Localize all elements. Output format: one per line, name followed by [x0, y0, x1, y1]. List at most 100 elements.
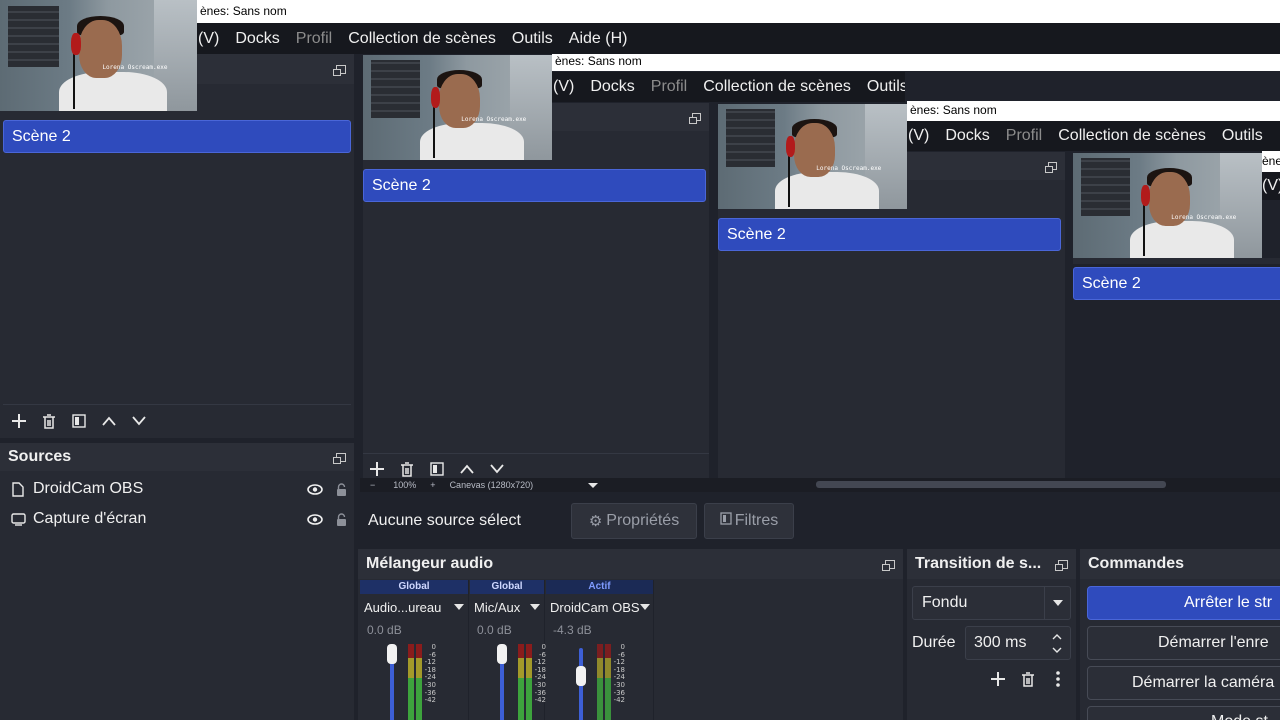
- menu-help[interactable]: Aide (H): [561, 30, 636, 48]
- spin-down-icon[interactable]: [1052, 647, 1062, 653]
- audio-level-meter: [597, 644, 603, 720]
- menu-profile-2[interactable]: Profil: [643, 78, 695, 96]
- eye-icon[interactable]: [302, 483, 328, 495]
- trash-icon[interactable]: [36, 408, 62, 434]
- filter-icon[interactable]: [66, 408, 92, 434]
- zoom-in-button[interactable]: +: [430, 480, 435, 490]
- menu-tools[interactable]: Outils: [504, 30, 561, 48]
- duration-spinbox[interactable]: 300 ms: [965, 626, 1071, 660]
- menu-docks[interactable]: Docks: [227, 30, 287, 48]
- meter-scale-tick: -42: [613, 696, 625, 705]
- menu-profile-3[interactable]: Profil: [998, 127, 1050, 145]
- properties-button[interactable]: ⚙ Propriétés: [571, 503, 697, 539]
- sources-title: Sources: [8, 448, 72, 465]
- audio-mixer-title: Mélangeur audio: [366, 555, 494, 572]
- scene-item-selected-4[interactable]: Scène 2: [1073, 267, 1280, 300]
- menu-scene-collection[interactable]: Collection de scènes: [340, 30, 504, 48]
- channel-volume-db: 0.0 dB: [477, 623, 512, 637]
- meter-scale: 0 -6 -12 -18 -24 -30 -36 -42: [532, 643, 546, 705]
- lock-icon[interactable]: [328, 512, 354, 526]
- meter-scale-tick: -42: [534, 696, 546, 705]
- channel-name: DroidCam OBS: [550, 599, 640, 615]
- transition-menu-button[interactable]: [1047, 668, 1069, 690]
- channel-status: Global: [470, 580, 544, 594]
- studio-mode-button[interactable]: Mode st: [1087, 706, 1280, 720]
- transition-title: Transition de s...: [915, 555, 1042, 572]
- controls-title: Commandes: [1088, 555, 1185, 572]
- menubar-1: (V) Docks Profil Collection de scènes Ou…: [190, 23, 1280, 54]
- channel-volume-db: 0.0 dB: [367, 623, 402, 637]
- undock-icon[interactable]: [1055, 559, 1068, 571]
- audio-level-meter: [408, 644, 414, 720]
- nested-menubar-2: (V) Docks Profil Collection de scènes Ou…: [545, 72, 905, 102]
- audio-mixer-header: Mélangeur audio: [358, 549, 903, 579]
- add-icon: [991, 672, 1005, 686]
- undock-icon[interactable]: [1045, 162, 1057, 173]
- move-up-icon[interactable]: [96, 408, 122, 434]
- controls-header: Commandes: [1080, 549, 1280, 579]
- lock-icon[interactable]: [328, 482, 354, 496]
- audio-level-meter: [518, 644, 524, 720]
- menu-tools-2[interactable]: Outils: [859, 78, 905, 96]
- meter-scale-tick: -42: [424, 696, 436, 705]
- zoom-out-button[interactable]: −: [370, 480, 375, 490]
- spin-up-icon[interactable]: [1052, 633, 1062, 640]
- transition-remove-button[interactable]: [1017, 668, 1039, 690]
- scenes-panel: [0, 54, 354, 438]
- channel-name: Mic/Aux: [474, 599, 521, 615]
- gear-icon: ⚙: [588, 513, 603, 530]
- menu-docks-2[interactable]: Docks: [582, 78, 642, 96]
- channel-status: Global: [360, 580, 468, 594]
- nested-menubar-3: (V) Docks Profil Collection de scènes Ou…: [900, 121, 1280, 151]
- start-virtual-camera-button[interactable]: Démarrer la caméra: [1087, 666, 1280, 700]
- channel-volume-db: -4.3 dB: [553, 623, 592, 637]
- stop-stream-button[interactable]: Arrêter le str: [1087, 586, 1280, 620]
- channel-name-select[interactable]: Mic/Aux: [470, 594, 544, 620]
- menu-scene-collection-2[interactable]: Collection de scènes: [695, 78, 859, 96]
- chevron-down-icon: [454, 604, 464, 610]
- source-item-screen-capture[interactable]: Capture d'écran: [0, 504, 354, 534]
- scene-item-selected-3[interactable]: Scène 2: [718, 218, 1061, 251]
- undock-icon[interactable]: [333, 64, 346, 76]
- preview-scrollbar[interactable]: [816, 481, 1166, 488]
- menu-tools-3[interactable]: Outils: [1214, 127, 1271, 145]
- webcam-preview-4: Lorena Oscream.exe: [1073, 153, 1262, 258]
- volume-fader-knob[interactable]: [576, 666, 586, 686]
- undock-icon[interactable]: [333, 452, 346, 464]
- channel-name-select[interactable]: Audio...ureau: [360, 594, 468, 620]
- transition-add-button[interactable]: [987, 668, 1009, 690]
- transition-type-select[interactable]: Fondu: [912, 586, 1071, 620]
- undock-icon[interactable]: [689, 113, 701, 124]
- menu-profile[interactable]: Profil: [288, 30, 340, 48]
- menu-scene-collection-3[interactable]: Collection de scènes: [1050, 127, 1214, 145]
- move-down-icon[interactable]: [126, 408, 152, 434]
- divider-1: [3, 404, 351, 405]
- nested-menubar-4: (V): [1262, 172, 1280, 200]
- volume-fader-knob[interactable]: [387, 644, 397, 664]
- canvas-size: Canevas (1280x720): [449, 480, 534, 490]
- nested-titlebar-3: ènes: Sans nom: [907, 101, 1280, 121]
- trash-icon: [1022, 671, 1034, 687]
- webcam-preview-1: Lorena Oscream.exe: [0, 0, 197, 111]
- channel-name-select[interactable]: DroidCam OBS: [546, 594, 653, 620]
- mixer-channel: Global Audio...ureau 0.0 dB 0 -6 -12 -18 -24 -30…: [360, 580, 469, 720]
- filters-button[interactable]: Filtres: [704, 503, 794, 539]
- mixer-channel: Actif DroidCam OBS -4.3 dB 0 -6 -12 -18 -24 -30-…: [546, 580, 654, 720]
- undock-icon[interactable]: [882, 559, 895, 571]
- scene-item-selected-2[interactable]: Scène 2: [363, 169, 706, 202]
- canvas-dropdown-icon[interactable]: [588, 482, 599, 488]
- scene-item-selected[interactable]: Scène 2: [3, 120, 351, 153]
- nested-titlebar-2: ènes: Sans nom: [552, 53, 1280, 71]
- channel-name: Audio...ureau: [364, 599, 442, 615]
- scenes-dock-header: [197, 54, 354, 84]
- eye-icon[interactable]: [302, 513, 328, 525]
- volume-fader-knob[interactable]: [497, 644, 507, 664]
- mixer-channel: Global Mic/Aux 0.0 dB 0 -6 -12 -18 -24 -30 -36 -42: [470, 580, 546, 720]
- menu-docks-3[interactable]: Docks: [937, 127, 997, 145]
- add-icon[interactable]: [6, 408, 32, 434]
- scenes-dock-header-2: [552, 103, 709, 131]
- start-recording-button[interactable]: Démarrer l'enre: [1087, 626, 1280, 660]
- sources-dock-header: Sources: [0, 443, 354, 471]
- webcam-preview-3: Lorena Oscream.exe: [718, 104, 907, 209]
- source-item-droidcam[interactable]: DroidCam OBS: [0, 474, 354, 504]
